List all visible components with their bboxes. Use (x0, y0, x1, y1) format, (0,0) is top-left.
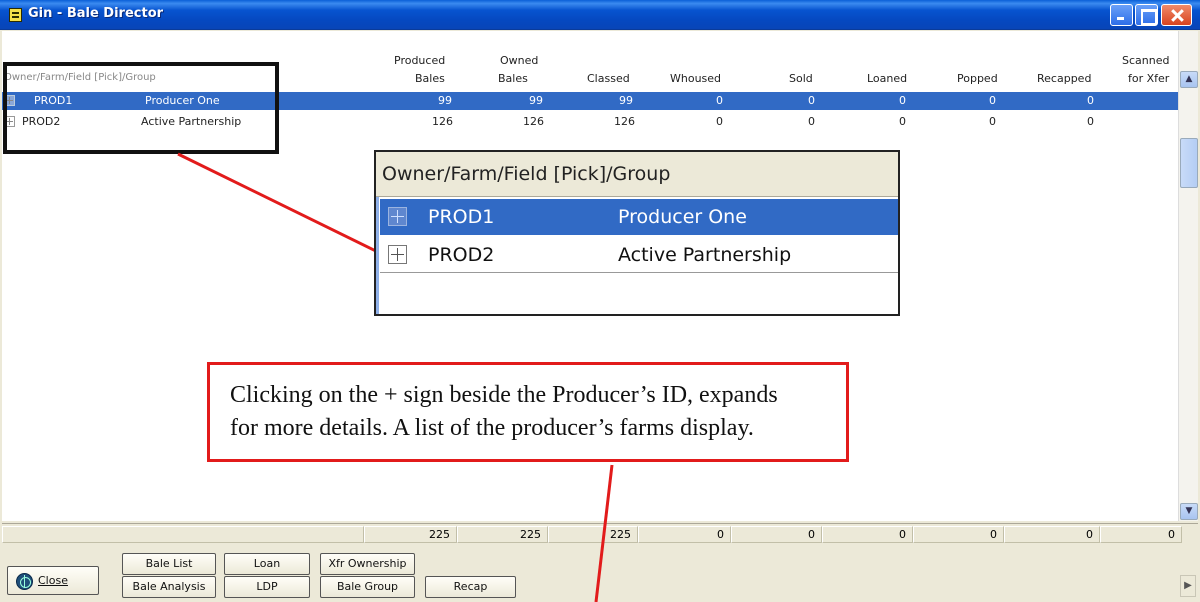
callout-annotation: Clicking on the + sign beside the Produc… (207, 362, 849, 462)
magnified-row-id: PROD2 (428, 244, 495, 266)
magnified-row-name: Producer One (618, 206, 747, 228)
magnified-row-id: PROD1 (428, 206, 495, 228)
magnified-header: Owner/Farm/Field [Pick]/Group (376, 152, 898, 197)
expand-icon (388, 207, 407, 226)
zoom-pointer-line (177, 152, 383, 256)
bale-director-window: Gin - Bale Director Owner/Farm/Field [Pi… (0, 0, 1200, 602)
magnified-inset: Owner/Farm/Field [Pick]/Group PROD1 Prod… (374, 150, 900, 316)
expand-icon (388, 245, 407, 264)
callout-pointer-line (594, 464, 614, 602)
magnified-row-prod1: PROD1 Producer One (380, 199, 898, 235)
magnified-left-bar (376, 197, 379, 314)
callout-line2: for more details. A list of the producer… (230, 415, 754, 441)
magnified-row-name: Active Partnership (618, 244, 792, 266)
magnified-row-prod2: PROD2 Active Partnership (380, 237, 898, 273)
callout-line1: Clicking on the + sign beside the Produc… (230, 382, 778, 408)
